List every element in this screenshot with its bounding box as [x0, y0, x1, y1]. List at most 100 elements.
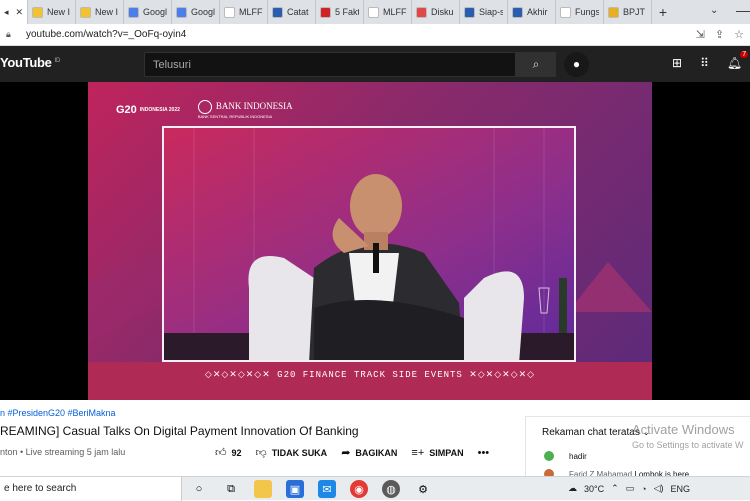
minimize-icon[interactable]: —: [736, 2, 750, 18]
tab-favicon-icon: [464, 6, 475, 18]
youtube-header: YouTube ID Telusuri ⌕ ● ⊞ ⠿ 🔔︎ 7: [0, 46, 750, 82]
hashtags[interactable]: n #PresidenG20 #BeriMakna: [0, 408, 116, 418]
install-icon[interactable]: ⇲: [696, 28, 705, 41]
search-input[interactable]: Telusuri: [144, 52, 516, 77]
tab[interactable]: 5 Fakt: [316, 0, 364, 24]
bookmark-star-icon[interactable]: ☆: [734, 28, 744, 41]
task-view-icon[interactable]: ⧉: [222, 480, 240, 498]
like-button[interactable]: 👍︎ 92: [215, 446, 242, 459]
app-icon[interactable]: ◍: [382, 480, 400, 498]
apps-grid-icon[interactable]: ⠿: [700, 56, 709, 70]
dislike-button[interactable]: 👎︎ TIDAK SUKA: [256, 446, 328, 459]
tab[interactable]: Akhir: [508, 0, 556, 24]
tab-favicon-icon: [80, 6, 91, 18]
tab-favicon-icon: [608, 6, 619, 18]
g20-logo-text: G20: [116, 103, 137, 116]
file-explorer-icon[interactable]: [254, 480, 272, 498]
chat-avatar: [544, 451, 554, 461]
tab-label: Siap-s: [479, 7, 503, 17]
video-title: REAMING] Casual Talks On Digital Payment…: [0, 424, 359, 438]
country-code: ID: [54, 57, 61, 64]
tab-label: MLFF: [239, 7, 263, 17]
tab-label: Fungs: [575, 7, 599, 17]
mail-icon[interactable]: ✉: [318, 480, 336, 498]
new-tab-button[interactable]: +: [652, 4, 674, 20]
more-actions-button[interactable]: •••: [478, 447, 490, 459]
language-indicator[interactable]: ENG: [671, 484, 691, 494]
tab-favicon-icon: [560, 6, 571, 18]
tab-label: New I: [47, 7, 71, 17]
bank-name: BANK INDONESIA: [215, 101, 293, 112]
tray-chevron-icon[interactable]: ⌃: [611, 483, 619, 494]
tab-favicon-icon: [320, 6, 331, 18]
youtube-logo-text[interactable]: YouTube: [0, 55, 52, 70]
activate-windows-subtext: Go to Settings to activate W: [632, 440, 744, 450]
tab-search-chevron-icon[interactable]: ⌄: [710, 5, 718, 16]
tab[interactable]: MLFF: [364, 0, 412, 24]
share-button[interactable]: ➦ BAGIKAN: [341, 446, 397, 459]
chat-header-label: Rekaman chat teratas: [542, 427, 640, 438]
voice-search-button[interactable]: ●: [564, 52, 589, 77]
tab[interactable]: New I: [28, 0, 76, 24]
notifications-bell-icon[interactable]: 🔔︎ 7: [727, 51, 749, 70]
tab[interactable]: MLFF: [220, 0, 268, 24]
tab[interactable]: Catat: [268, 0, 316, 24]
search-icon: ⌕: [532, 57, 540, 71]
tab[interactable]: BPJT: [604, 0, 652, 24]
bank-indonesia-logo: BANK INDONESIA BANK SENTRAL REPUBLIK INDO…: [197, 100, 293, 119]
notification-badge: 7: [740, 51, 749, 58]
tab-favicon-icon: [272, 6, 283, 18]
tab-label: MLFF: [383, 7, 407, 17]
g20-sub-text: INDONESIA 2022: [139, 106, 180, 113]
store-icon[interactable]: ▣: [286, 480, 304, 498]
tab[interactable]: Googl: [124, 0, 172, 24]
cortana-icon[interactable]: ○: [190, 480, 208, 498]
more-horiz-icon: •••: [477, 446, 490, 459]
share-arrow-icon: ➦: [341, 447, 351, 459]
video-info: n #PresidenG20 #BeriMakna REAMING] Casua…: [0, 400, 525, 476]
bank-indonesia-emblem-icon: [197, 100, 212, 114]
taskbar-search[interactable]: e here to search: [0, 477, 182, 501]
address-bar[interactable]: 🔒︎ youtube.com/watch?v=_OoFq-oyin4 ⇲ ⇪ ☆: [0, 24, 750, 46]
g20-logo: G20 INDONESIA 2022: [116, 104, 180, 116]
tab-label: New I: [95, 7, 119, 17]
search-button[interactable]: ⌕: [516, 52, 556, 77]
event-banner: ◇✕◇✕◇✕◇✕ G20 FINANCE TRACK SIDE EVENTS ✕…: [204, 370, 536, 380]
video-player[interactable]: G20 INDONESIA 2022 BANK INDONESIA BANK SEN…: [0, 82, 750, 400]
share-icon[interactable]: ⇪: [715, 28, 724, 41]
tab-label: Googl: [191, 7, 215, 17]
weather-icon[interactable]: ☁: [568, 483, 577, 494]
create-video-icon[interactable]: ⊞: [672, 56, 682, 70]
save-button[interactable]: ≡+ SIMPAN: [411, 447, 463, 459]
tab-active[interactable]: ◂ ✕: [0, 0, 28, 24]
bank-sub-text: BANK SENTRAL REPUBLIK INDONESIA: [197, 114, 273, 119]
tab[interactable]: New I: [76, 0, 124, 24]
youtube-logo[interactable]: YouTube ID: [0, 55, 60, 70]
temperature[interactable]: 30°C: [584, 484, 604, 494]
chrome-icon[interactable]: ◉: [350, 480, 368, 498]
settings-gear-icon[interactable]: ⚙: [414, 480, 432, 498]
lock-icon[interactable]: 🔒︎: [6, 29, 18, 40]
video-frame[interactable]: G20 INDONESIA 2022 BANK INDONESIA BANK SEN…: [88, 82, 652, 400]
network-icon[interactable]: ▭: [626, 483, 635, 494]
tab-favicon-icon: [128, 6, 139, 18]
url-text[interactable]: youtube.com/watch?v=_OoFq-oyin4: [26, 29, 186, 40]
tab-audio-icon: ◂: [4, 6, 9, 17]
close-tab-icon[interactable]: ✕: [15, 7, 23, 18]
browser-tab-strip: ◂ ✕ New I New I Googl Googl MLFF Catat 5 Fakt MLF…: [0, 0, 750, 24]
tab-label: 5 Fakt: [335, 7, 359, 17]
tab-label: Catat: [287, 7, 309, 17]
tab[interactable]: Disku: [412, 0, 460, 24]
volume-icon[interactable]: ◁): [654, 483, 664, 494]
thumbs-down-icon: 👎︎: [255, 447, 267, 459]
playlist-add-icon: ≡+: [411, 446, 425, 459]
tab[interactable]: Siap-s: [460, 0, 508, 24]
share-label: BAGIKAN: [355, 447, 398, 458]
tab-label: Googl: [143, 7, 167, 17]
tab[interactable]: Fungs: [556, 0, 604, 24]
tab[interactable]: Googl: [172, 0, 220, 24]
wifi-icon[interactable]: ◔: [641, 484, 646, 494]
chat-message: hadir: [569, 452, 587, 461]
video-meta: nton • Live streaming 5 jam lalu: [0, 447, 126, 457]
tab-favicon-icon: [512, 6, 523, 18]
